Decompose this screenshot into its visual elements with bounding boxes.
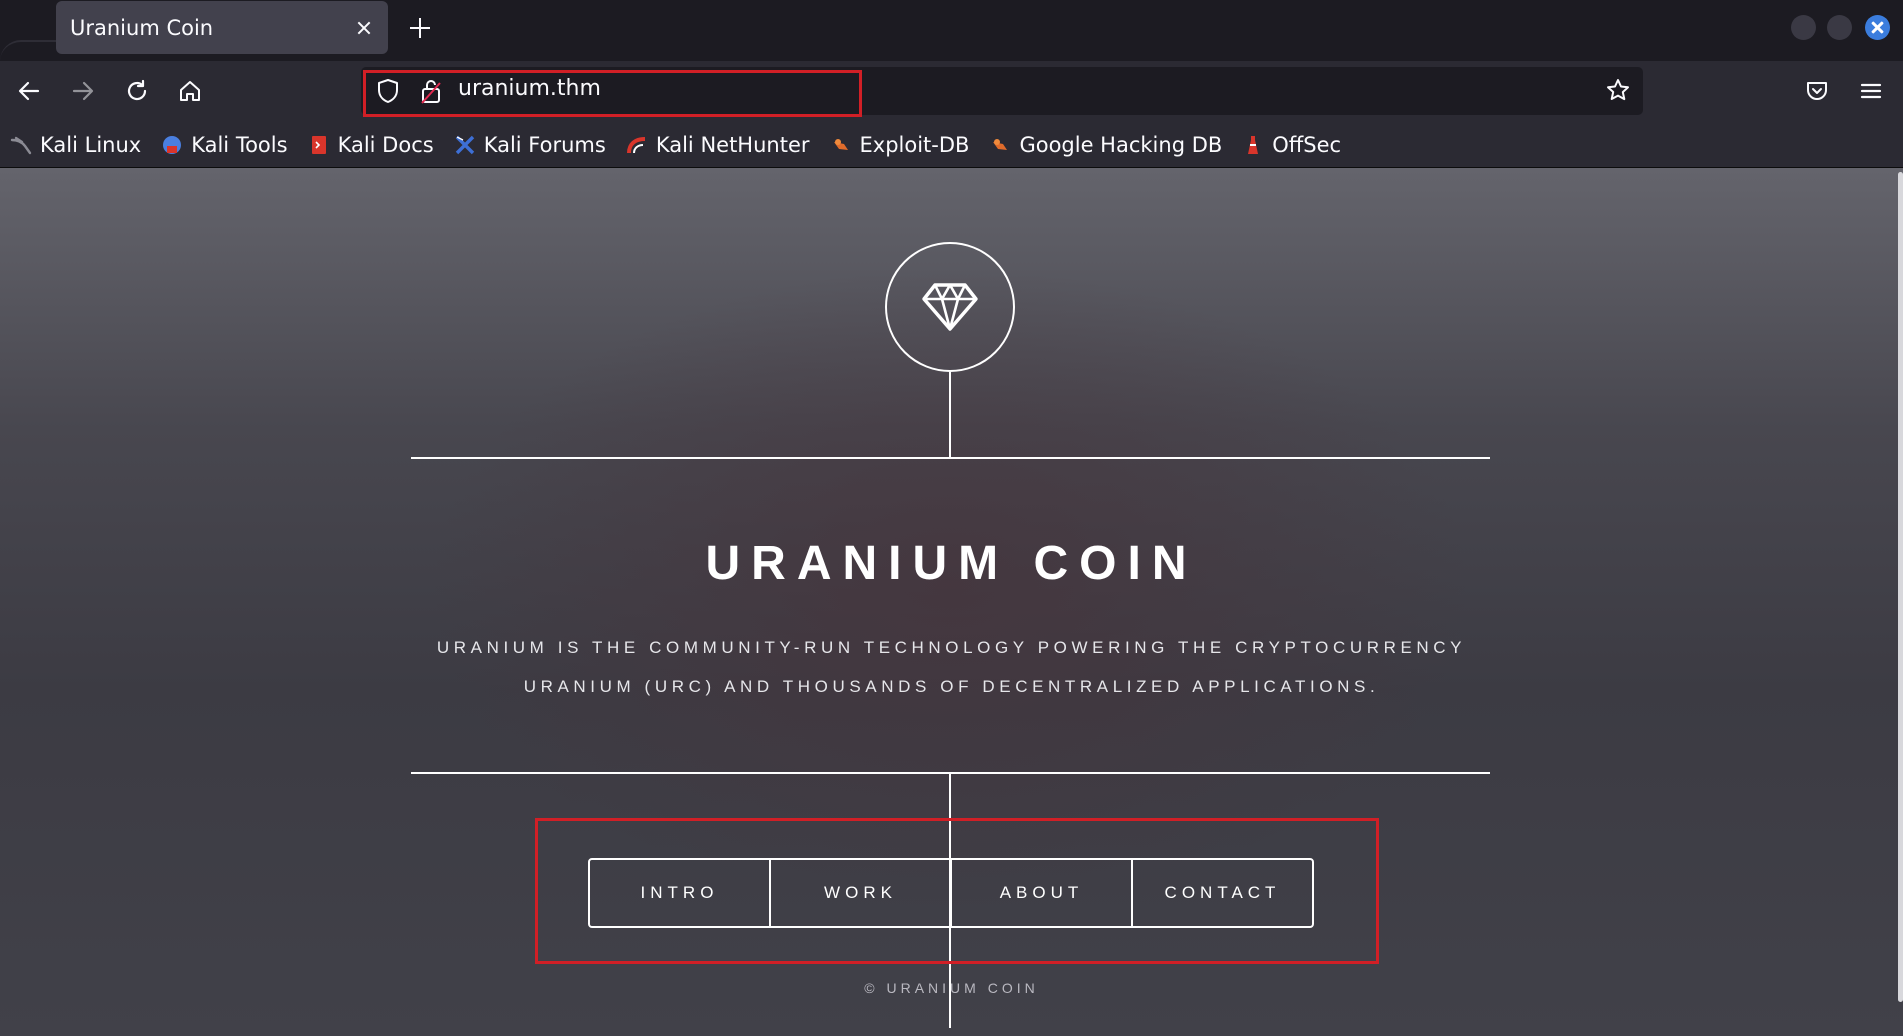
new-tab-icon[interactable]	[407, 15, 433, 41]
pocket-icon[interactable]	[1800, 74, 1834, 108]
bookmark-kali-forums[interactable]: Kali Forums	[454, 133, 606, 157]
diamond-icon	[922, 283, 978, 331]
kali-dragon-icon	[10, 136, 32, 155]
bookmark-kali-docs[interactable]: Kali Docs	[308, 133, 434, 157]
site-logo	[885, 242, 1015, 372]
bookmark-google-hacking-db[interactable]: Google Hacking DB	[989, 133, 1222, 157]
home-icon[interactable]	[173, 74, 207, 108]
site-footer: © URANIUM COIN	[864, 980, 1039, 996]
site-title: URANIUM COIN	[705, 537, 1198, 590]
bookmark-star-icon[interactable]	[1605, 77, 1631, 107]
maximize-window-button[interactable]	[1827, 15, 1852, 40]
minimize-window-button[interactable]	[1791, 15, 1816, 40]
address-bar-highlight-box	[363, 70, 862, 117]
offsec-icon	[1248, 136, 1259, 154]
tagline-line: URANIUM (URC) AND THOUSANDS OF DECENTRAL…	[523, 677, 1380, 696]
close-tab-icon[interactable]	[354, 18, 374, 38]
nav-intro-link[interactable]: INTRO	[590, 860, 771, 926]
bookmark-label: Exploit-DB	[859, 133, 970, 157]
kali-nethunter-icon	[626, 137, 645, 154]
bookmark-label: Kali Forums	[483, 133, 606, 157]
browser-tab[interactable]: Uranium Coin	[56, 1, 388, 54]
forward-arrow-icon[interactable]	[66, 74, 100, 108]
bookmark-kali-tools[interactable]: Kali Tools	[161, 133, 288, 157]
back-arrow-icon[interactable]	[12, 74, 46, 108]
bookmark-offsec[interactable]: OffSec	[1242, 133, 1341, 157]
tab-title: Uranium Coin	[70, 15, 214, 40]
close-window-button[interactable]	[1865, 15, 1890, 40]
nav-contact-link[interactable]: CONTACT	[1133, 860, 1312, 926]
exploit-db-icon	[833, 139, 848, 150]
bookmark-label: Google Hacking DB	[1019, 133, 1223, 157]
page-viewport: URANIUM COIN URANIUM IS THE COMMUNITY-RU…	[0, 168, 1903, 1036]
nav-work-link[interactable]: WORK	[771, 860, 952, 926]
reload-icon[interactable]	[120, 74, 154, 108]
navigation-toolbar: uranium.thm	[0, 61, 1903, 123]
hamburger-menu-icon[interactable]	[1854, 74, 1888, 108]
bookmarks-toolbar: Kali Linux Kali Tools Kali Docs Kali For…	[0, 123, 1903, 168]
bookmark-label: Kali Linux	[40, 133, 142, 157]
bookmark-kali-nethunter[interactable]: Kali NetHunter	[626, 133, 810, 157]
kali-docs-icon	[311, 136, 326, 154]
google-hacking-db-icon	[993, 139, 1008, 150]
divider-line	[411, 457, 1490, 459]
bookmark-label: Kali Tools	[191, 133, 288, 157]
kali-tools-icon	[163, 136, 182, 154]
site-navigation: INTRO WORK ABOUT CONTACT	[588, 858, 1314, 928]
bookmark-kali-linux[interactable]: Kali Linux	[10, 133, 141, 157]
bookmark-label: Kali Docs	[337, 133, 434, 157]
site-tagline: URANIUM IS THE COMMUNITY-RUN TECHNOLOGY …	[400, 628, 1503, 706]
bookmark-label: OffSec	[1272, 133, 1342, 157]
bookmark-exploit-db[interactable]: Exploit-DB	[830, 133, 970, 157]
nav-about-link[interactable]: ABOUT	[952, 860, 1133, 926]
tagline-line: URANIUM IS THE COMMUNITY-RUN TECHNOLOGY …	[436, 638, 1467, 657]
bookmark-label: Kali NetHunter	[655, 133, 810, 157]
kali-forums-icon	[455, 135, 474, 155]
tab-bar-decoration	[0, 40, 60, 61]
connector-line	[949, 372, 951, 458]
tab-bar: Uranium Coin	[0, 0, 1903, 61]
